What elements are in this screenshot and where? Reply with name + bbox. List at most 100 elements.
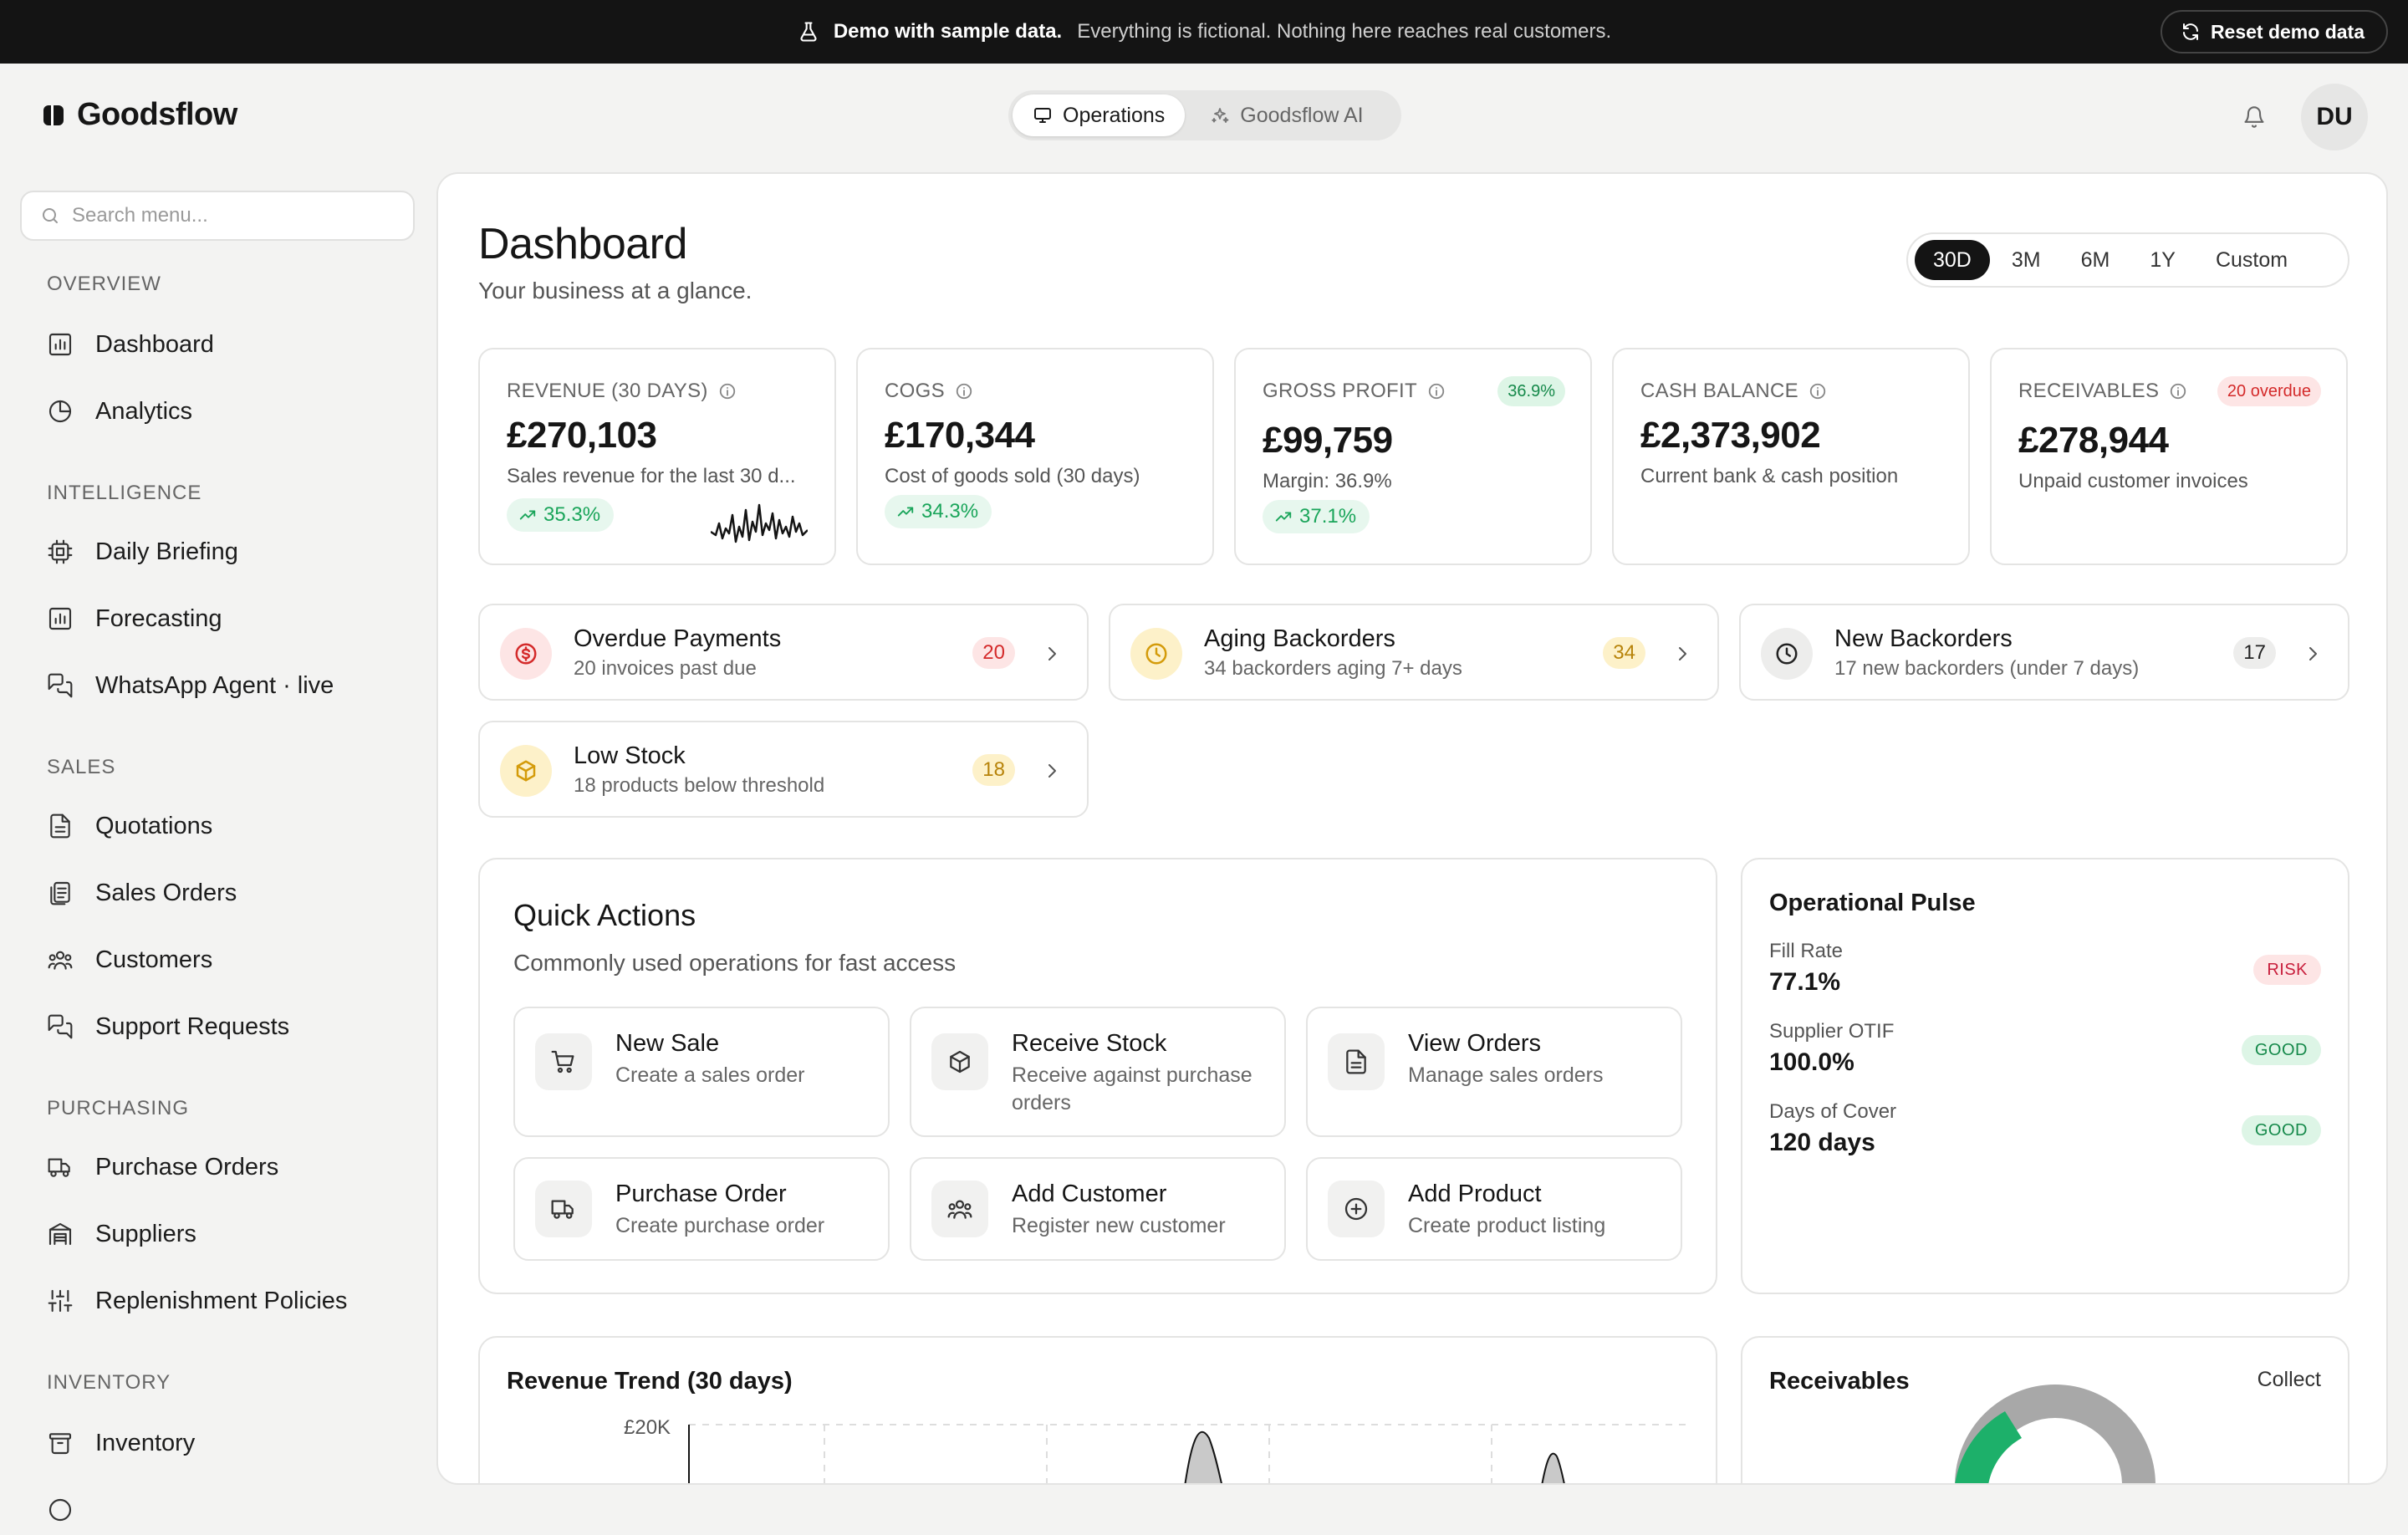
mode-ai-label: Goodsflow AI	[1240, 103, 1364, 127]
range-1y-button[interactable]: 1Y	[2131, 240, 2194, 280]
sidebar-item-dashboard[interactable]: Dashboard	[47, 319, 415, 370]
alert-new-backorders[interactable]: New Backorders 17 new backorders (under …	[1739, 604, 2349, 701]
fill-rate-label: Fill Rate	[1769, 940, 1844, 962]
user-avatar[interactable]: DU	[2301, 84, 2368, 150]
quick-action-new-sale[interactable]: New Sale Create a sales order	[513, 1007, 890, 1137]
kpi-trend-value: 34.3%	[921, 500, 979, 523]
quick-action-purchase-order[interactable]: Purchase Order Create purchase order	[513, 1157, 890, 1261]
quick-action-subtitle: Create product listing	[1408, 1214, 1606, 1237]
range-custom-button[interactable]: Custom	[2197, 240, 2306, 280]
users-icon	[47, 946, 74, 973]
sidebar-item-label: Suppliers	[95, 1220, 196, 1247]
sidebar-item-replenishment-policies[interactable]: Replenishment Policies	[47, 1276, 415, 1326]
plus-circle-icon	[1328, 1181, 1385, 1237]
nav-section-inventory: INVENTORY	[47, 1371, 171, 1394]
chat-bubbles-icon	[47, 672, 74, 699]
nav-section-purchasing: PURCHASING	[47, 1097, 190, 1119]
alert-aging-backorders[interactable]: Aging Backorders 34 backorders aging 7+ …	[1109, 604, 1719, 701]
quick-action-title: Add Product	[1408, 1181, 1542, 1207]
quick-action-subtitle: Create purchase order	[615, 1214, 825, 1237]
alert-low-stock[interactable]: Low Stock 18 products below threshold 18	[478, 721, 1089, 818]
pie-chart-icon	[47, 398, 74, 425]
sidebar-item-support-requests[interactable]: Support Requests	[47, 1002, 415, 1052]
brand[interactable]: Goodsflow	[42, 97, 237, 133]
kpi-receivables-card[interactable]: RECEIVABLES 20 overdue £278,944 Unpaid c…	[1990, 348, 2348, 565]
kpi-label-text: REVENUE (30 DAYS)	[507, 380, 708, 402]
days-of-cover-status-badge: GOOD	[2241, 1115, 2321, 1145]
sliders-icon	[47, 1288, 74, 1314]
info-icon	[2169, 382, 2187, 400]
nav-section-sales: SALES	[47, 756, 116, 778]
kpi-label-text: RECEIVABLES	[2018, 380, 2160, 402]
alert-subtitle: 34 backorders aging 7+ days	[1204, 657, 1462, 680]
chevron-right-icon	[1672, 644, 1692, 664]
sidebar-item-sales-orders[interactable]: Sales Orders	[47, 868, 415, 918]
quick-action-receive-stock[interactable]: Receive Stock Receive against purchase o…	[910, 1007, 1286, 1137]
notifications-button[interactable]	[2237, 100, 2271, 134]
app-header: Goodsflow Operations Goodsflow AI	[0, 64, 2408, 172]
sidebar-item-customers[interactable]: Customers	[47, 935, 415, 985]
kpi-value: £278,944	[2018, 420, 2169, 461]
sidebar-item-analytics[interactable]: Analytics	[47, 386, 415, 436]
kpi-revenue-card[interactable]: REVENUE (30 DAYS) £270,103 Sales revenue…	[478, 348, 836, 565]
revenue-sparkline	[711, 503, 808, 543]
truck-icon	[535, 1181, 592, 1237]
alert-overdue-payments[interactable]: Overdue Payments 20 invoices past due 20	[478, 604, 1089, 701]
page-title: Dashboard	[478, 220, 687, 268]
kpi-value: £2,373,902	[1640, 415, 1821, 456]
sidebar-search	[20, 191, 415, 241]
sidebar-item-daily-briefing[interactable]: Daily Briefing	[47, 527, 415, 577]
search-icon	[40, 206, 60, 226]
reset-demo-button[interactable]: Reset demo data	[2160, 10, 2388, 54]
clock-icon	[1130, 628, 1182, 680]
kpi-label: GROSS PROFIT	[1263, 380, 1446, 403]
quick-action-add-product[interactable]: Add Product Create product listing	[1306, 1157, 1682, 1261]
kpi-label-text: COGS	[885, 380, 945, 402]
kpi-cash-balance-card[interactable]: CASH BALANCE £2,373,902 Current bank & c…	[1612, 348, 1970, 565]
quick-action-view-orders[interactable]: View Orders Manage sales orders	[1306, 1007, 1682, 1137]
sidebar-item-forecasting[interactable]: Forecasting	[47, 594, 415, 644]
refresh-icon	[2181, 22, 2201, 42]
truck-icon	[47, 1154, 74, 1181]
quick-action-subtitle: Manage sales orders	[1408, 1063, 1604, 1087]
kpi-gross-profit-card[interactable]: GROSS PROFIT 36.9% £99,759 Margin: 36.9%…	[1234, 348, 1592, 565]
revenue-trend-chart	[688, 1424, 1687, 1483]
package-icon	[931, 1033, 988, 1090]
alert-title: Overdue Payments	[574, 625, 782, 652]
monitor-icon	[1033, 105, 1053, 125]
sidebar-item-quotations[interactable]: Quotations	[47, 801, 415, 851]
sidebar-item-inventory[interactable]: Inventory	[47, 1418, 415, 1468]
quick-action-title: View Orders	[1408, 1030, 1542, 1057]
quick-action-subtitle: Receive against purchase orders	[1012, 1063, 1252, 1114]
trend-up-icon	[1274, 507, 1293, 526]
alert-title: New Backorders	[1834, 625, 2013, 652]
alert-count: 20	[972, 637, 1015, 669]
kpi-cogs-card[interactable]: COGS £170,344 Cost of goods sold (30 day…	[856, 348, 1214, 565]
quick-action-title: Purchase Order	[615, 1181, 787, 1207]
mode-ai-button[interactable]: Goodsflow AI	[1190, 94, 1383, 136]
quick-actions-subtitle: Commonly used operations for fast access	[513, 950, 957, 976]
receivables-donut	[1955, 1385, 2155, 1483]
kpi-trend-value: 37.1%	[1299, 505, 1357, 528]
fill-rate-status-badge: RISK	[2253, 955, 2321, 985]
revenue-trend-card: Revenue Trend (30 days) £20K	[478, 1336, 1717, 1483]
sidebar-item-purchase-orders[interactable]: Purchase Orders	[47, 1142, 415, 1192]
warehouse-icon	[47, 1221, 74, 1247]
search-menu-input[interactable]	[72, 204, 390, 227]
kpi-label: CASH BALANCE	[1640, 380, 1827, 403]
range-30d-button[interactable]: 30D	[1915, 240, 1990, 280]
sidebar-item-whatsapp-agent[interactable]: WhatsApp Agent · live	[47, 660, 415, 711]
chevron-right-icon	[1042, 644, 1062, 664]
sidebar-item-suppliers[interactable]: Suppliers	[47, 1209, 415, 1259]
range-6m-button[interactable]: 6M	[2063, 240, 2129, 280]
kpi-value: £99,759	[1263, 420, 1393, 461]
quick-action-add-customer[interactable]: Add Customer Register new customer	[910, 1157, 1286, 1261]
range-3m-button[interactable]: 3M	[1993, 240, 2059, 280]
sidebar-item-label: Analytics	[95, 397, 193, 425]
kpi-label: COGS	[885, 380, 973, 403]
dollar-circle-icon	[500, 628, 552, 680]
mode-operations-button[interactable]: Operations	[1013, 94, 1186, 136]
page-subtitle: Your business at a glance.	[478, 278, 752, 303]
trend-up-icon	[896, 502, 915, 521]
sidebar-item-partial[interactable]	[47, 1485, 415, 1535]
